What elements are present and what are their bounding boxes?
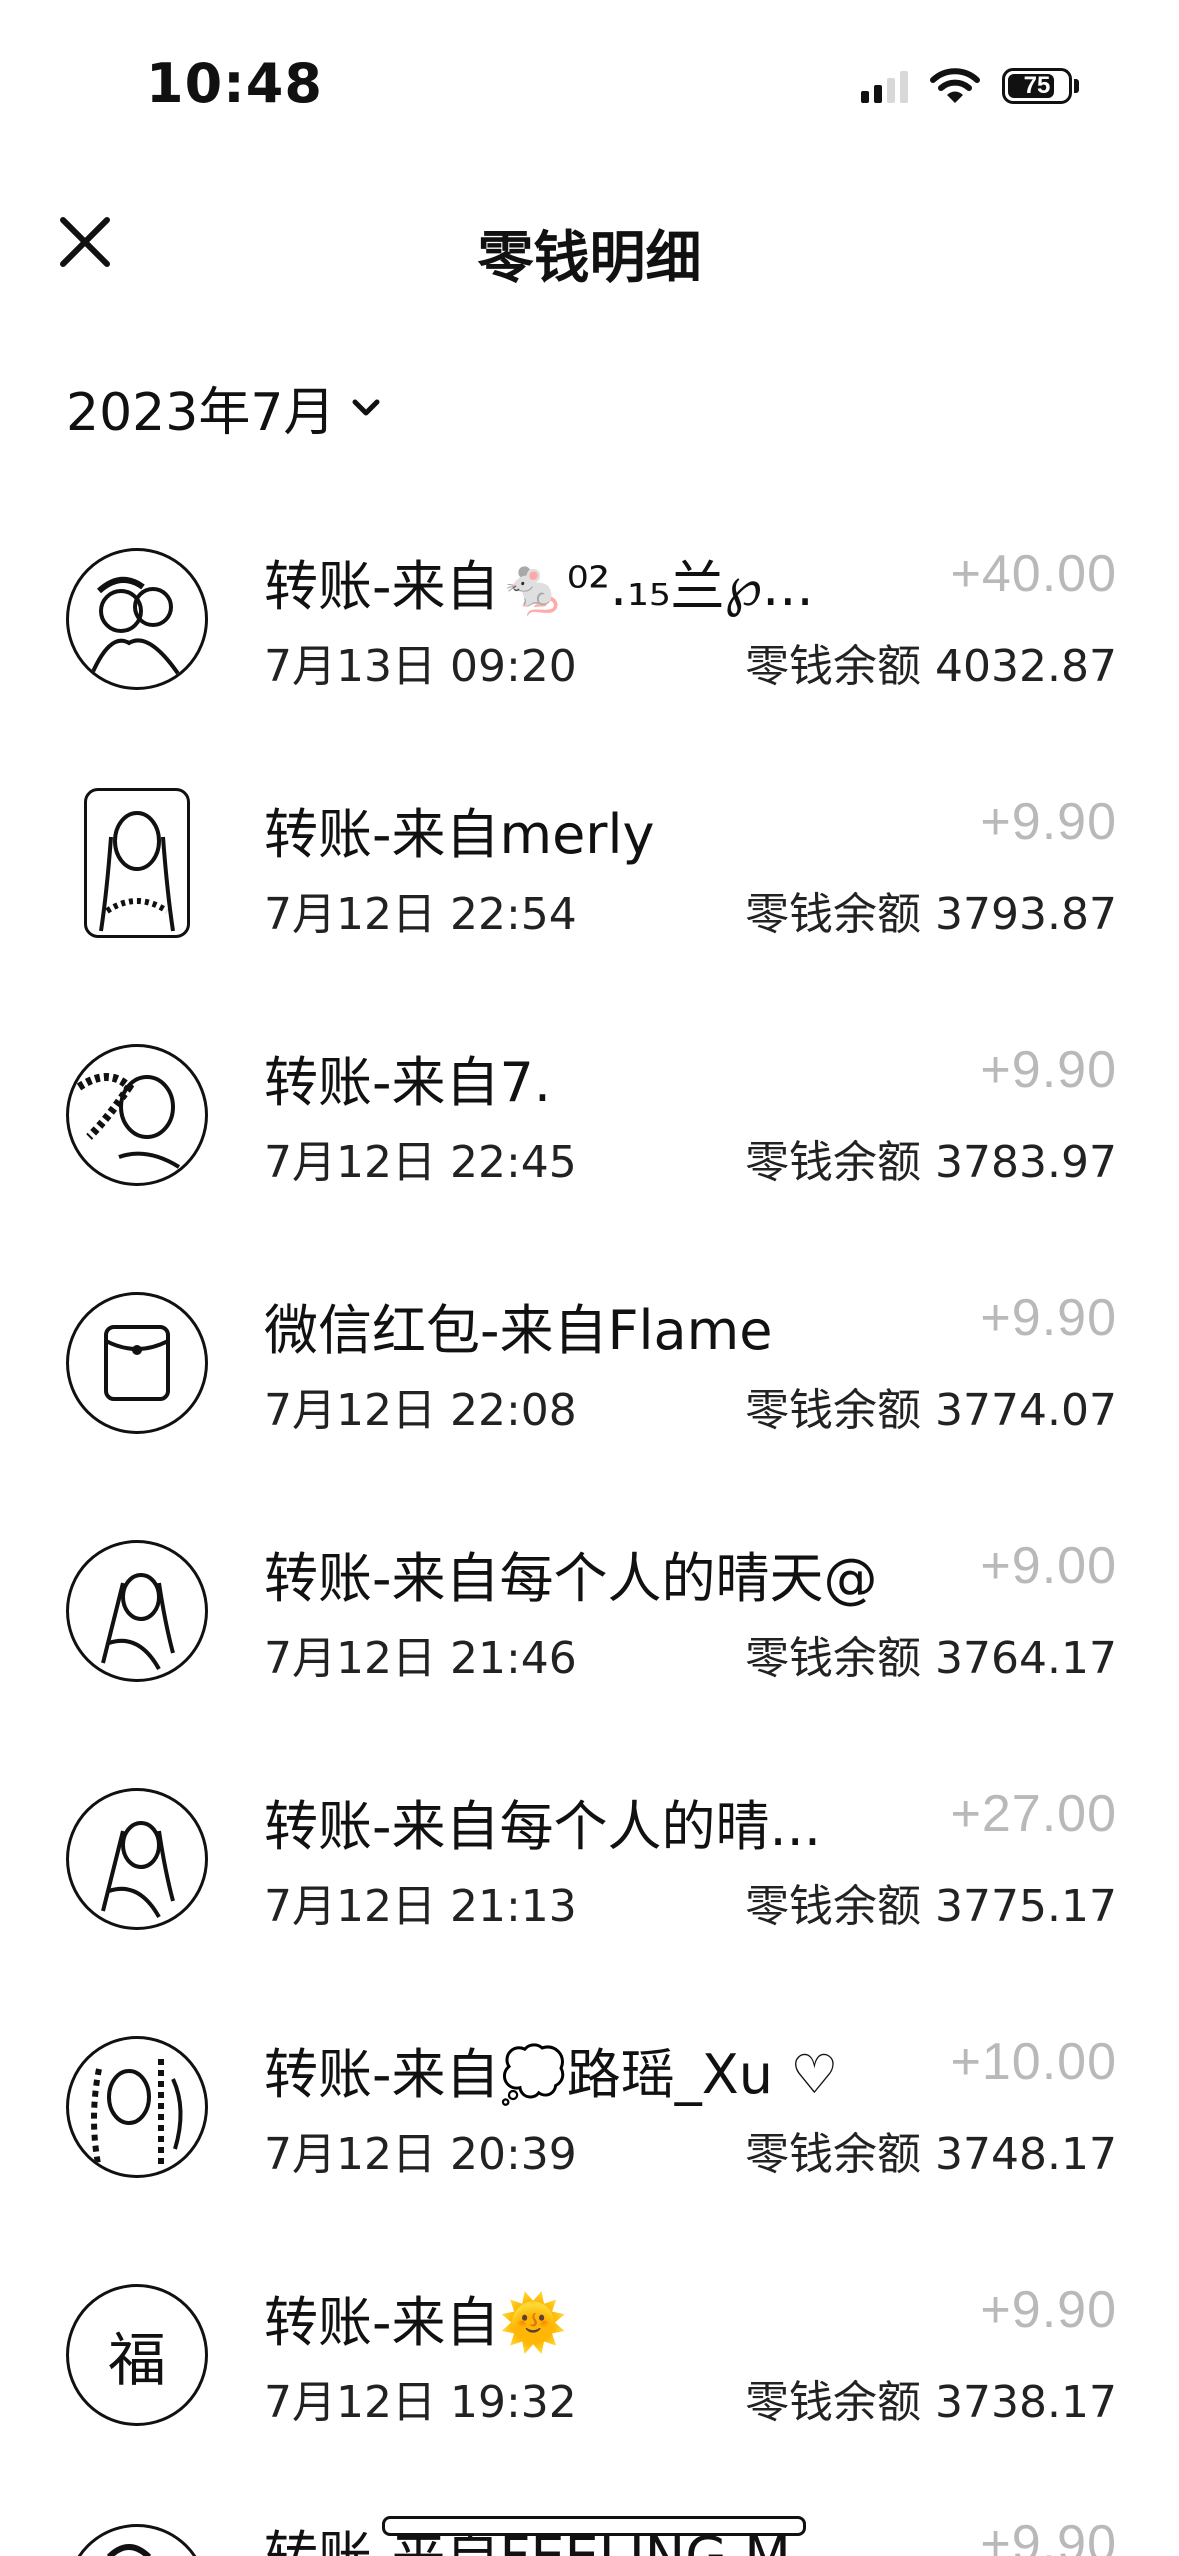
transaction-date: 7月12日 21:46 — [264, 1633, 577, 1684]
transaction-title: 转账-来自💭路瑶_Xu ♡ — [264, 2043, 839, 2106]
status-time: 10:48 — [146, 52, 323, 115]
balance-after: 零钱余额 3748.17 — [745, 2129, 1117, 2180]
transaction-title: 转账-来自每个人的晴天@ — [264, 1547, 878, 1610]
transaction-title: 转账-来自7. — [264, 1051, 552, 1114]
avatar — [66, 548, 208, 690]
transaction-amount: +9.90 — [980, 1041, 1117, 1099]
avatar — [66, 1044, 208, 1186]
nav-header: 零钱明细 — [0, 185, 1179, 295]
transaction-date: 7月12日 20:39 — [264, 2129, 577, 2180]
avatar — [66, 1788, 208, 1930]
transaction-date: 7月13日 09:20 — [264, 641, 577, 692]
balance-after: 零钱余额 3764.17 — [745, 1633, 1117, 1684]
battery-icon: 75 — [1002, 68, 1072, 104]
home-indicator[interactable] — [382, 2516, 806, 2536]
transaction-amount: +27.00 — [950, 1785, 1117, 1843]
transaction-amount: +9.90 — [980, 1289, 1117, 1347]
transaction-title: 转账-来自merly — [264, 803, 655, 866]
avatar: 福 — [66, 2284, 208, 2426]
chevron-down-icon — [352, 399, 380, 415]
avatar — [66, 1292, 208, 1434]
wifi-icon — [930, 68, 980, 103]
transaction-date: 7月12日 22:45 — [264, 1137, 577, 1188]
transaction-title: 转账-来自每个人的晴... — [264, 1795, 821, 1858]
transaction-date: 7月12日 21:13 — [264, 1881, 577, 1932]
transaction-row[interactable]: 转账-来自每个人的晴... +27.00 7月12日 21:13 零钱余额 37… — [0, 1740, 1179, 1988]
transaction-amount: +9.90 — [980, 793, 1117, 851]
transaction-row[interactable]: 转账-来自💭路瑶_Xu ♡ +10.00 7月12日 20:39 零钱余额 37… — [0, 1988, 1179, 2236]
avatar — [66, 2036, 208, 2178]
balance-after: 零钱余额 3774.07 — [745, 1385, 1117, 1436]
transaction-row[interactable]: 转账-来自🐁⁰².₁₅兰℘... +40.00 7月13日 09:20 零钱余额… — [0, 500, 1179, 748]
transaction-date: 7月12日 19:32 — [264, 2377, 577, 2428]
status-bar: 10:48 75 — [0, 0, 1179, 150]
month-label: 2023年7月 — [66, 383, 336, 443]
balance-after: 零钱余额 3783.97 — [745, 1137, 1117, 1188]
battery-level: 75 — [1023, 72, 1051, 99]
balance-after: 零钱余额 4032.87 — [745, 641, 1117, 692]
transaction-date: 7月12日 22:54 — [264, 889, 577, 940]
transaction-title: 转账-来自🐁⁰².₁₅兰℘... — [264, 555, 814, 618]
balance-after: 零钱余额 3738.17 — [745, 2377, 1117, 2428]
fu-character: 福 — [107, 2326, 166, 2394]
balance-after: 零钱余额 3775.17 — [745, 1881, 1117, 1932]
transaction-row[interactable]: 微信红包-来自Flame +9.90 7月12日 22:08 零钱余额 3774… — [0, 1244, 1179, 1492]
transaction-amount: +9.00 — [980, 1537, 1117, 1595]
transaction-row[interactable]: 福 转账-来自🌞 +9.90 7月12日 19:32 零钱余额 3738.17 — [0, 2236, 1179, 2484]
transaction-amount: +40.00 — [950, 545, 1117, 603]
cellular-signal-icon — [861, 69, 908, 103]
transaction-row[interactable]: 转账-来自merly +9.90 7月12日 22:54 零钱余额 3793.8… — [0, 748, 1179, 996]
transaction-row[interactable]: 转账-来自7. +9.90 7月12日 22:45 零钱余额 3783.97 — [0, 996, 1179, 1244]
battery-cap — [1074, 79, 1079, 93]
page-title: 零钱明细 — [477, 226, 702, 291]
transaction-amount: +9.90 — [980, 2515, 1117, 2556]
transaction-row[interactable]: 转账-来自每个人的晴天@ +9.00 7月12日 21:46 零钱余额 3764… — [0, 1492, 1179, 1740]
transaction-amount: +9.90 — [980, 2281, 1117, 2339]
transaction-title: 微信红包-来自Flame — [264, 1299, 773, 1362]
transaction-date: 7月12日 22:08 — [264, 1385, 577, 1436]
transaction-amount: +10.00 — [950, 2033, 1117, 2091]
transaction-title: 转账-来自🌞 — [264, 2291, 567, 2354]
red-packet-icon — [104, 1325, 170, 1401]
status-icons: 75 — [861, 64, 1079, 108]
avatar — [84, 788, 190, 938]
avatar — [66, 2524, 208, 2556]
balance-after: 零钱余额 3793.87 — [745, 889, 1117, 940]
month-selector[interactable]: 2023年7月 — [66, 370, 383, 445]
avatar — [66, 1540, 208, 1682]
